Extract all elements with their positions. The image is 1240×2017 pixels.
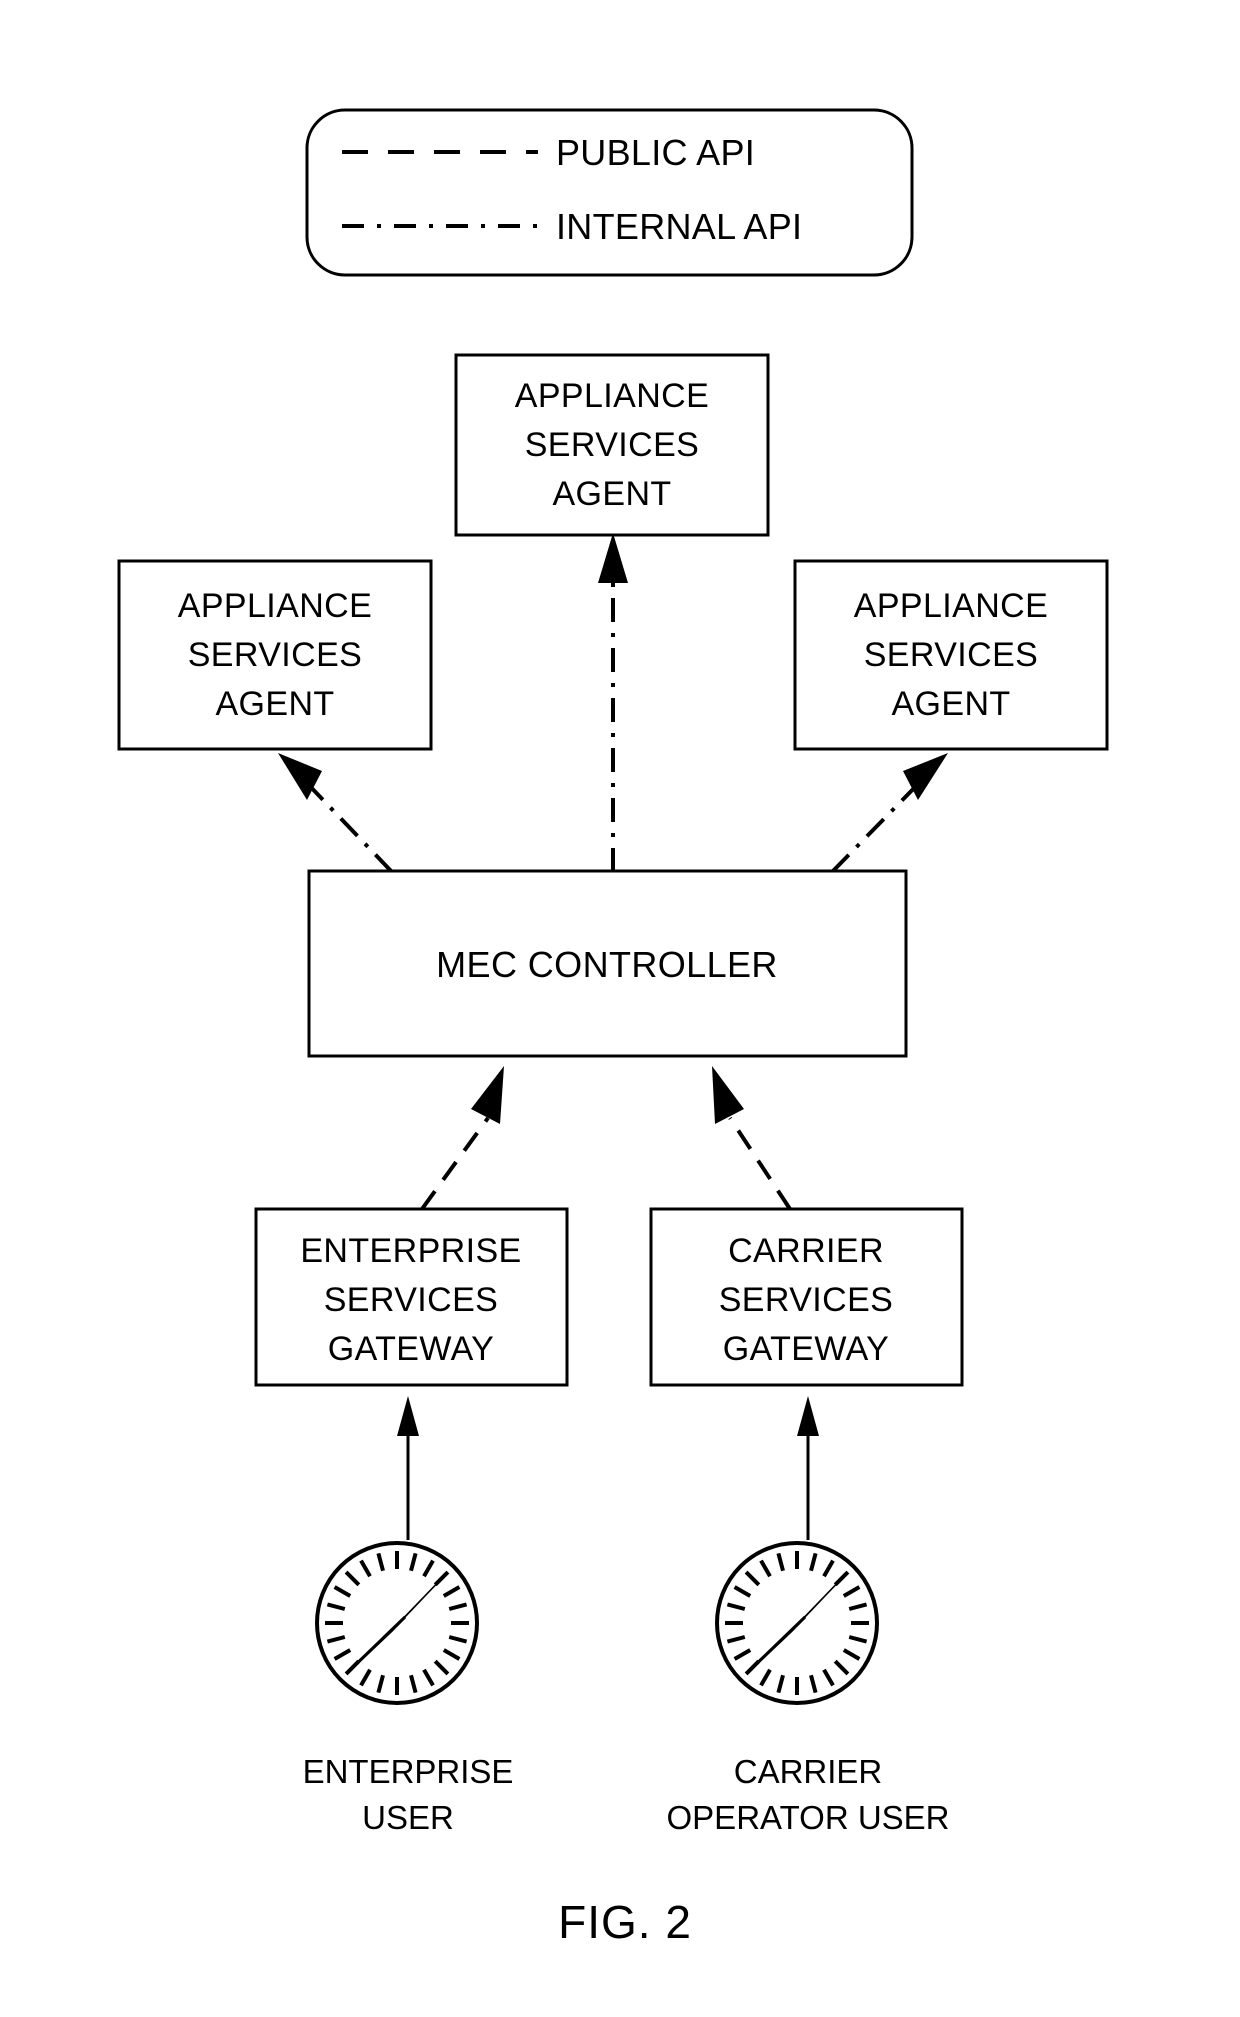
compass-browser-icon-carrier[interactable] — [715, 1541, 879, 1705]
label-enterprise-user-line2: USER — [362, 1799, 454, 1836]
connector-carrier-gateway-to-mec-arrowhead — [712, 1066, 744, 1124]
label-carrier-operator-user-line1: CARRIER — [734, 1753, 883, 1790]
connector-mec-to-left-agent — [278, 753, 394, 874]
connector-carrier-user-to-gateway-arrowhead — [797, 1396, 819, 1436]
connector-mec-to-top-agent-arrowhead — [598, 533, 628, 583]
label-carrier-operator-user-line2: OPERATOR USER — [667, 1799, 950, 1836]
node-enterprise-services-gateway-line1: ENTERPRISE — [300, 1232, 521, 1270]
node-mec-controller[interactable]: MEC CONTROLLER — [307, 869, 908, 1058]
node-appliance-services-agent-right[interactable]: APPLIANCE SERVICES AGENT — [793, 559, 1109, 751]
connector-enterprise-user-to-gateway-arrowhead — [397, 1396, 419, 1436]
figure-caption: FIG. 2 — [558, 1896, 692, 1948]
label-enterprise-user: ENTERPRISE USER — [303, 1753, 514, 1836]
connector-enterprise-user-to-gateway — [397, 1396, 419, 1540]
connector-carrier-gateway-to-mec — [712, 1066, 792, 1211]
node-appliance-services-agent-left-line3: AGENT — [215, 685, 334, 723]
node-carrier-services-gateway-line1: CARRIER — [728, 1232, 884, 1270]
node-carrier-services-gateway-line3: GATEWAY — [723, 1330, 890, 1368]
legend-panel: PUBLIC API INTERNAL API — [305, 108, 914, 277]
node-appliance-services-agent-top-line1: APPLIANCE — [515, 377, 709, 415]
node-appliance-services-agent-top-line3: AGENT — [552, 475, 671, 513]
node-appliance-services-agent-left[interactable]: APPLIANCE SERVICES AGENT — [117, 559, 433, 751]
connector-enterprise-gateway-to-mec-line — [420, 1116, 490, 1211]
node-mec-controller-label: MEC CONTROLLER — [436, 944, 778, 985]
node-appliance-services-agent-right-line3: AGENT — [891, 685, 1010, 723]
connector-carrier-gateway-to-mec-line — [728, 1116, 792, 1211]
node-carrier-services-gateway[interactable]: CARRIER SERVICES GATEWAY — [649, 1207, 964, 1387]
connector-mec-to-top-agent — [598, 533, 628, 872]
label-enterprise-user-line1: ENTERPRISE — [303, 1753, 514, 1790]
legend-public-api-label: PUBLIC API — [556, 132, 755, 173]
connector-enterprise-gateway-to-mec-arrowhead — [471, 1066, 504, 1124]
connector-mec-to-right-agent — [830, 753, 948, 874]
node-enterprise-services-gateway[interactable]: ENTERPRISE SERVICES GATEWAY — [254, 1207, 569, 1387]
node-enterprise-services-gateway-line3: GATEWAY — [328, 1330, 495, 1368]
node-appliance-services-agent-top[interactable]: APPLIANCE SERVICES AGENT — [454, 353, 770, 537]
legend-internal-api-label: INTERNAL API — [556, 206, 802, 247]
connector-mec-to-right-agent-line — [830, 778, 924, 874]
node-appliance-services-agent-right-line1: APPLIANCE — [854, 587, 1048, 625]
compass-browser-icon-enterprise[interactable] — [315, 1541, 479, 1705]
connector-enterprise-gateway-to-mec — [420, 1066, 504, 1211]
node-carrier-services-gateway-line2: SERVICES — [719, 1281, 894, 1319]
node-appliance-services-agent-top-line2: SERVICES — [525, 426, 700, 464]
node-enterprise-services-gateway-line2: SERVICES — [324, 1281, 499, 1319]
connector-carrier-user-to-gateway — [797, 1396, 819, 1540]
figure-container: PUBLIC API INTERNAL API APPLIANCE SERVIC… — [0, 0, 1240, 2017]
label-carrier-operator-user: CARRIER OPERATOR USER — [667, 1753, 950, 1836]
node-appliance-services-agent-left-line2: SERVICES — [188, 636, 363, 674]
connector-mec-to-left-agent-line — [302, 778, 394, 874]
node-appliance-services-agent-left-line1: APPLIANCE — [178, 587, 372, 625]
node-appliance-services-agent-right-line2: SERVICES — [864, 636, 1039, 674]
